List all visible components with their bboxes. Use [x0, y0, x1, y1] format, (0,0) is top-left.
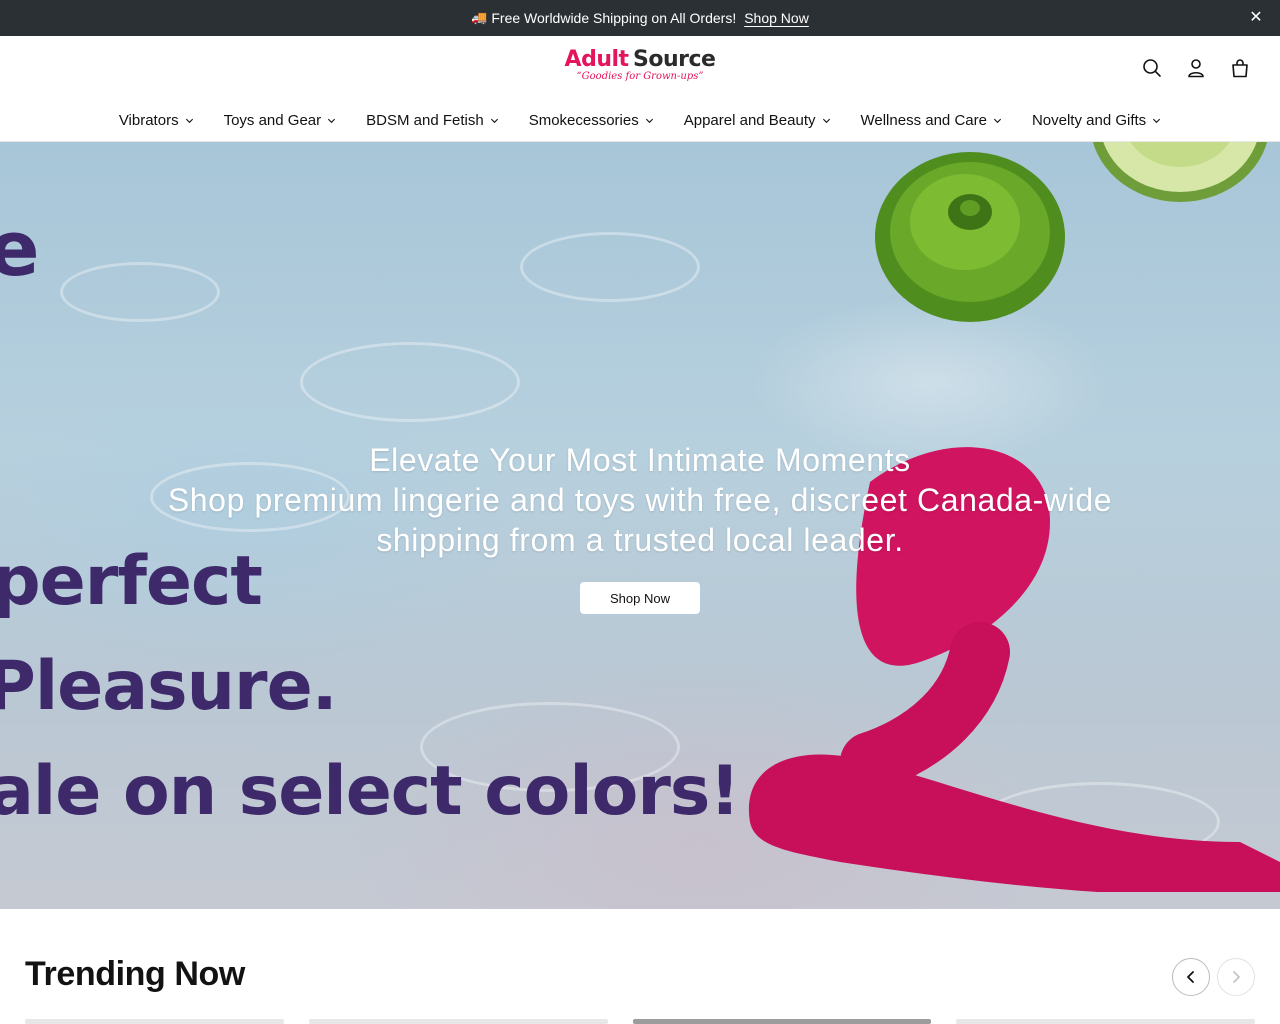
carousel-prev-button[interactable]: [1172, 958, 1210, 996]
green-flower-image: [875, 152, 1065, 322]
hero-text: Elevate Your Most Intimate Moments Shop …: [0, 440, 1280, 560]
logo-word-adult: Adult: [564, 47, 630, 72]
chevron-down-icon: [822, 118, 830, 123]
water-ripple: [300, 342, 520, 422]
truck-icon: 🚚: [471, 10, 488, 25]
chevron-down-icon: [490, 118, 498, 123]
water-ripple: [520, 232, 700, 302]
chevron-left-icon: [1187, 971, 1194, 983]
announcement-bar: 🚚 Free Worldwide Shipping on All Orders!…: [0, 0, 1280, 36]
close-icon[interactable]: ✕: [1248, 9, 1264, 27]
chevron-down-icon: [993, 118, 1001, 123]
hero-image-text: Pleasure.: [0, 647, 338, 726]
nav-item-label: Apparel and Beauty: [683, 111, 816, 129]
hero-subtitle: Shop premium lingerie and toys with free…: [167, 482, 1113, 558]
product-card[interactable]: [309, 1019, 608, 1024]
carousel-next-button[interactable]: [1217, 958, 1255, 996]
hero-banner[interactable]: e perfect Pleasure. ale on select colors…: [0, 142, 1280, 909]
chevron-down-icon: [328, 118, 336, 123]
chevron-down-icon: [645, 118, 653, 123]
nav-item-label: Novelty and Gifts: [1031, 111, 1147, 129]
nav-item-label: Vibrators: [118, 111, 179, 129]
product-card[interactable]: [956, 1019, 1255, 1024]
announcement-shop-now-link[interactable]: Shop Now: [744, 10, 809, 26]
product-card[interactable]: [25, 1019, 284, 1024]
account-icon[interactable]: [1186, 56, 1206, 80]
chevron-down-icon: [1153, 118, 1161, 123]
nav-item-label: BDSM and Fetish: [366, 111, 484, 129]
chevron-down-icon: [185, 118, 193, 123]
hero-shop-now-button[interactable]: Shop Now: [580, 582, 700, 614]
nav-item-novelty-and-gifts[interactable]: Novelty and Gifts: [1032, 106, 1161, 134]
announcement-message: Free Worldwide Shipping on All Orders!: [491, 10, 737, 26]
water-ripple: [60, 262, 220, 322]
chevron-right-icon: [1233, 971, 1240, 983]
hero-image-text: ale on select colors!: [0, 752, 740, 831]
nav-item-label: Toys and Gear: [223, 111, 322, 129]
logo-word-source: Source: [633, 47, 716, 72]
nav-item-toys-and-gear[interactable]: Toys and Gear: [224, 106, 337, 134]
logo-tagline: “Goodies for Grown-ups”: [576, 71, 704, 82]
site-header: Adult Source “Goodies for Grown-ups” Vib…: [0, 36, 1280, 142]
nav-item-label: Wellness and Care: [860, 111, 987, 129]
header-icons: [1142, 56, 1250, 80]
main-nav: Vibrators Toys and Gear BDSM and Fetish …: [0, 106, 1280, 136]
logo[interactable]: Adult Source “Goodies for Grown-ups”: [563, 48, 717, 88]
product-card[interactable]: [633, 1019, 931, 1024]
nav-item-vibrators[interactable]: Vibrators: [119, 106, 194, 134]
nav-item-smokecessories[interactable]: Smokecessories: [529, 106, 654, 134]
cucumber-slice-image: [1092, 142, 1268, 202]
nav-item-bdsm-and-fetish[interactable]: BDSM and Fetish: [366, 106, 499, 134]
nav-item-wellness-and-care[interactable]: Wellness and Care: [861, 106, 1002, 134]
nav-item-apparel-and-beauty[interactable]: Apparel and Beauty: [684, 106, 831, 134]
cart-icon[interactable]: [1230, 56, 1250, 80]
hero-title: Elevate Your Most Intimate Moments: [369, 442, 911, 478]
nav-item-label: Smokecessories: [528, 111, 639, 129]
trending-title: Trending Now: [25, 955, 245, 993]
search-icon[interactable]: [1142, 56, 1162, 80]
hero-image-text: e: [0, 204, 40, 293]
